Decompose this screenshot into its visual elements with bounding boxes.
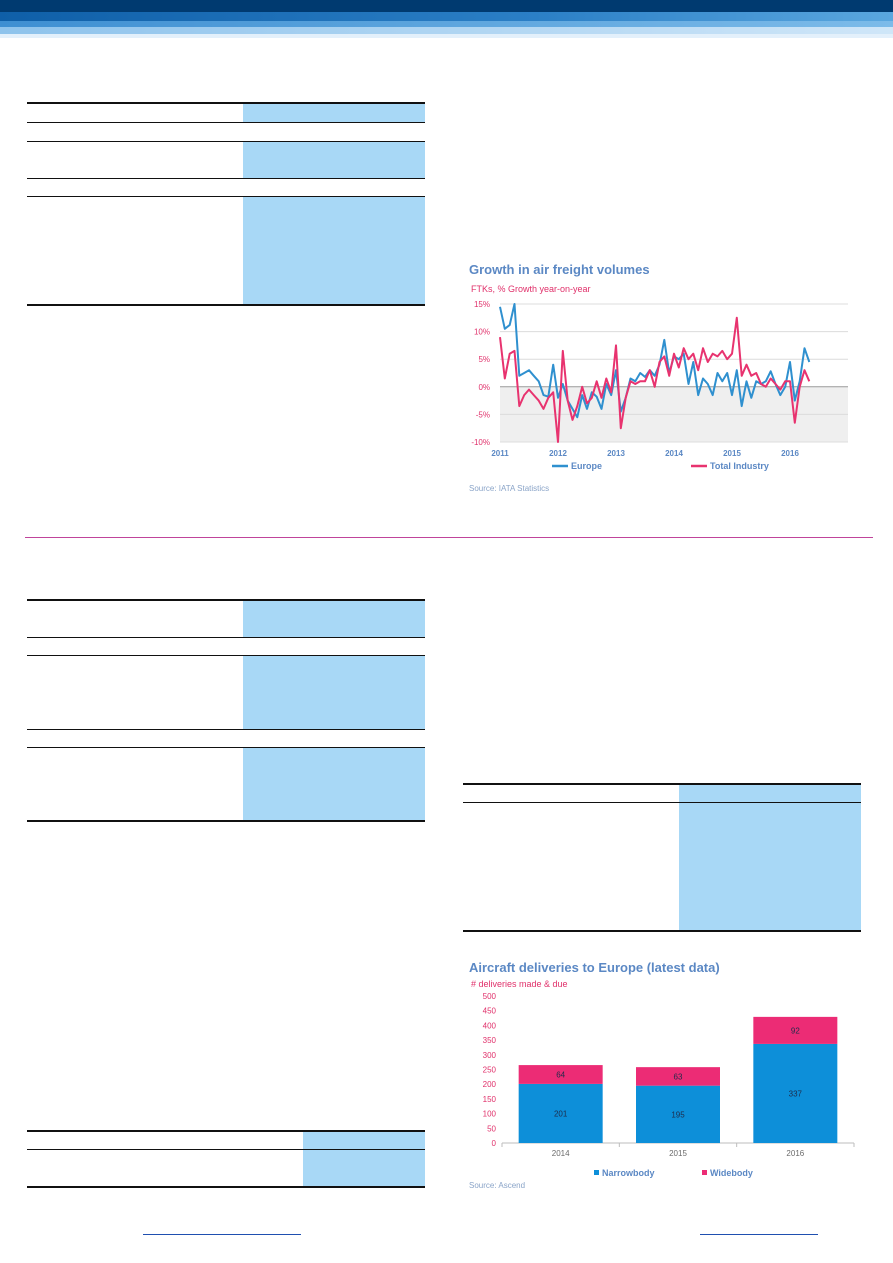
table-rule <box>27 599 425 601</box>
y-tick-label: 0% <box>478 383 490 392</box>
data-label: 63 <box>674 1072 683 1081</box>
table-rule <box>27 820 425 822</box>
table-rule <box>27 1130 425 1132</box>
y-tick-label: -5% <box>476 410 490 419</box>
data-label: 195 <box>671 1110 685 1119</box>
table-cell-highlight <box>243 599 425 637</box>
y-tick-label: 0 <box>492 1139 497 1148</box>
y-tick-label: 300 <box>483 1051 497 1060</box>
legend-label: Europe <box>571 461 602 471</box>
table-cell-highlight <box>679 783 861 930</box>
freight-chart-subtitle: FTKs, % Growth year-on-year <box>471 284 591 294</box>
section-divider <box>25 537 873 538</box>
table-rule <box>463 783 861 785</box>
data-label: 201 <box>554 1109 568 1118</box>
legend-swatch <box>594 1170 599 1175</box>
legend-label: Narrowbody <box>602 1168 655 1178</box>
x-tick-label: 2014 <box>665 449 683 458</box>
y-tick-label: 15% <box>474 300 490 309</box>
table-rule <box>463 802 861 803</box>
data-label: 337 <box>789 1089 803 1098</box>
y-tick-label: 150 <box>483 1095 497 1104</box>
table-rule <box>27 729 425 730</box>
x-tick-label: 2014 <box>552 1149 570 1158</box>
x-tick-label: 2015 <box>669 1149 687 1158</box>
table-cell-highlight <box>303 1130 425 1186</box>
legend-swatch <box>702 1170 707 1175</box>
x-tick-label: 2015 <box>723 449 741 458</box>
table-rule <box>27 637 425 638</box>
x-tick-label: 2016 <box>786 1149 804 1158</box>
table-cell-highlight <box>243 102 425 122</box>
table-rule <box>27 178 425 179</box>
table-rule <box>27 747 425 748</box>
y-tick-label: 400 <box>483 1021 497 1030</box>
table-rule <box>27 141 425 142</box>
table-cell-highlight <box>243 655 425 729</box>
y-tick-label: 250 <box>483 1066 497 1075</box>
x-tick-label: 2013 <box>607 449 625 458</box>
freight-chart: 15% 10% 5% 0% -5% -10%2011 2012 2013 2014 2015 201… <box>471 300 848 471</box>
y-tick-label: 5% <box>478 355 490 364</box>
table-rule <box>27 1186 425 1188</box>
deliveries-chart-title: Aircraft deliveries to Europe (latest da… <box>469 960 720 975</box>
x-tick-label: 2016 <box>781 449 799 458</box>
y-tick-label: 100 <box>483 1110 497 1119</box>
table-rule <box>27 655 425 656</box>
table-rule <box>27 304 425 306</box>
data-label: 64 <box>556 1070 565 1079</box>
table-rule <box>27 102 425 104</box>
footer-link-right[interactable] <box>700 1234 818 1235</box>
footer-link-left[interactable] <box>143 1234 301 1235</box>
deliveries-chart-source: Source: Ascend <box>469 1181 526 1190</box>
header-band-faint <box>0 34 893 38</box>
y-tick-label: 350 <box>483 1036 497 1045</box>
table-middle-right <box>463 783 861 933</box>
deliveries-chart-subtitle: # deliveries made & due <box>471 979 568 989</box>
freight-chart-title: Growth in air freight volumes <box>469 262 650 277</box>
table-cell-highlight <box>243 747 425 820</box>
table-rule <box>27 122 425 123</box>
table-cell-highlight <box>243 196 425 304</box>
data-label: 92 <box>791 1026 800 1035</box>
y-tick-label: 10% <box>474 328 490 337</box>
table-bottom-left <box>27 1130 425 1190</box>
table-top-left <box>27 102 425 307</box>
freight-chart-source: Source: IATA Statistics <box>469 484 550 493</box>
x-tick-label: 2012 <box>549 449 567 458</box>
legend-label: Widebody <box>710 1168 753 1178</box>
table-rule <box>27 1149 425 1150</box>
header-band-navy <box>0 0 893 12</box>
y-tick-label: 450 <box>483 1007 497 1016</box>
y-tick-label: 50 <box>487 1124 496 1133</box>
header-band-pale <box>0 27 893 34</box>
legend-label: Total Industry <box>710 461 769 471</box>
y-tick-label: 500 <box>483 992 497 1001</box>
y-tick-label: 200 <box>483 1080 497 1089</box>
table-middle-left <box>27 599 425 825</box>
table-cell-highlight <box>243 142 425 178</box>
table-rule <box>463 930 861 932</box>
deliveries-chart: 5004504003503002502001501005002016420141… <box>483 992 855 1178</box>
header-band-blue <box>0 12 893 21</box>
y-tick-label: -10% <box>471 438 490 447</box>
x-tick-label: 2011 <box>491 449 509 458</box>
table-rule <box>27 196 425 197</box>
